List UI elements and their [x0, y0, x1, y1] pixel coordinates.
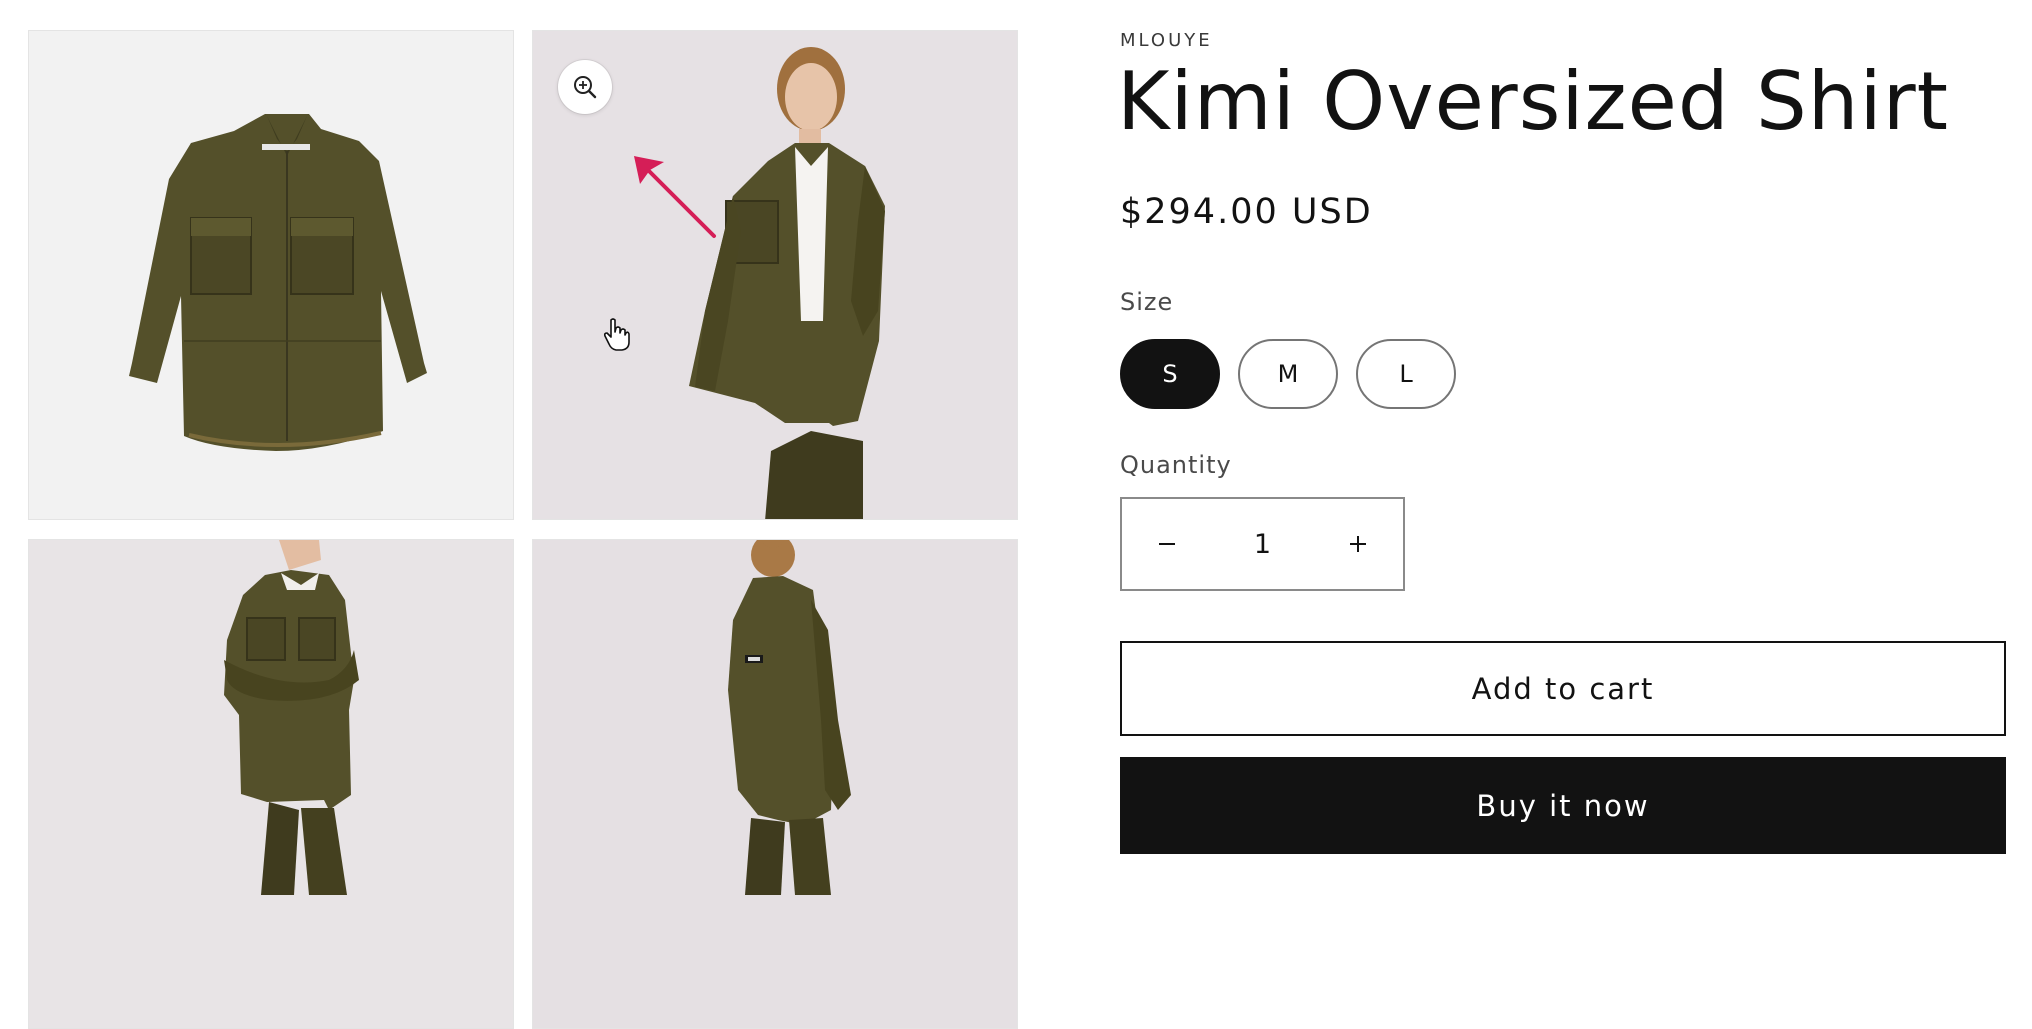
- model-back-photo: [728, 540, 851, 895]
- model-front-photo: [689, 47, 885, 519]
- zoom-in-icon: [574, 76, 597, 99]
- zoom-button[interactable]: [558, 60, 612, 114]
- buy-now-button[interactable]: Buy it now: [1120, 757, 2006, 854]
- product-image-shirt[interactable]: [28, 30, 514, 520]
- size-option-s[interactable]: S: [1120, 339, 1220, 409]
- plus-icon: [1350, 536, 1366, 552]
- product-gallery: [28, 30, 1020, 1029]
- product-title: Kimi Oversized Shirt: [1117, 55, 1949, 148]
- vendor-name: MLOUYE: [1120, 30, 1213, 51]
- size-option-m[interactable]: M: [1238, 339, 1338, 409]
- quantity-stepper: 1: [1120, 497, 1405, 591]
- quantity-input[interactable]: 1: [1212, 529, 1313, 560]
- size-label: Size: [1120, 288, 1174, 316]
- size-option-l[interactable]: L: [1356, 339, 1456, 409]
- quantity-label: Quantity: [1120, 451, 1232, 479]
- product-image-model-arms-crossed[interactable]: [28, 539, 514, 1029]
- annotation-arrow-icon: [634, 156, 716, 238]
- product-price: $294.00 USD: [1120, 192, 1373, 232]
- quantity-increase-button[interactable]: [1313, 499, 1403, 589]
- shirt-flatlay-photo: [129, 114, 427, 451]
- model-arms-crossed-photo: [224, 540, 359, 895]
- minus-icon: [1159, 543, 1175, 545]
- size-selector: S M L: [1120, 339, 1456, 409]
- product-image-model-back[interactable]: [532, 539, 1018, 1029]
- add-to-cart-button[interactable]: Add to cart: [1120, 641, 2006, 736]
- quantity-decrease-button[interactable]: [1122, 499, 1212, 589]
- hand-cursor-icon: [603, 318, 630, 351]
